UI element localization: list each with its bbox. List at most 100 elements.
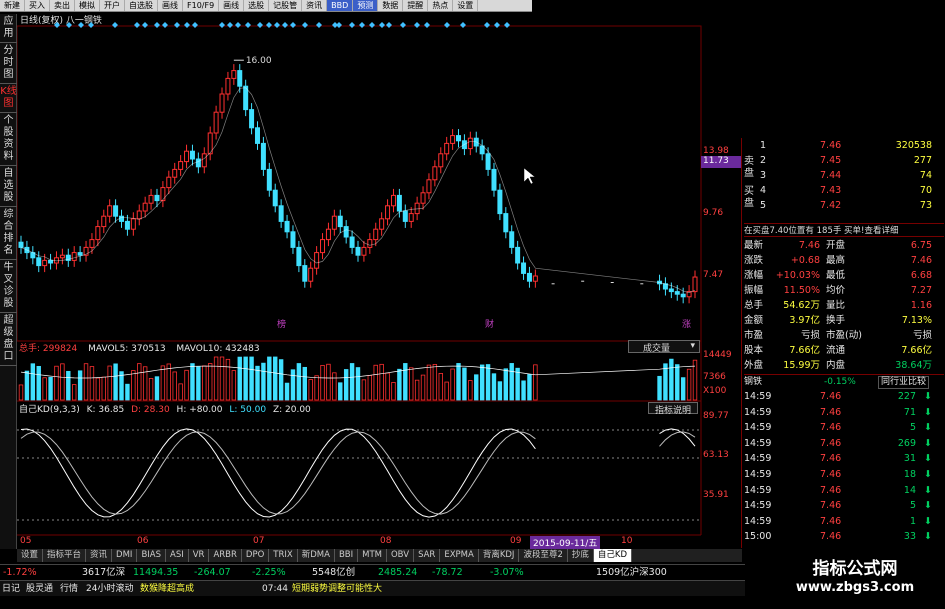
candle [172, 168, 178, 178]
indicator-tab[interactable]: TRIX [269, 549, 298, 562]
indicator-tab[interactable]: 自己KD [593, 549, 633, 562]
signal-diamond [336, 22, 342, 28]
x-axis-date-tag: 2015-09-11/五 [530, 536, 601, 549]
news-item[interactable]: 24小时滚动 [86, 581, 133, 597]
indicator-tab[interactable]: 设置 [17, 549, 44, 562]
indicator-tabs: 设置 指标平台 资讯 DMI BIAS ASI VR ARBR DPO TRIX 新DMA BBI MT… [17, 549, 742, 562]
indicator-tab[interactable]: EXPMA [440, 549, 479, 562]
indicator-tab[interactable]: SAR [414, 549, 441, 562]
toolbar-button[interactable]: 记股管 [269, 0, 303, 11]
volume-bar [101, 376, 106, 401]
indicator-tab[interactable]: 资讯 [86, 549, 113, 562]
volume-bar [166, 363, 172, 401]
news-headline[interactable]: 短期弱势调整可能性大 [292, 581, 382, 597]
toolbar-button[interactable]: 预测 [353, 0, 379, 11]
toolbar-button[interactable]: BBD [327, 0, 354, 11]
candle [231, 70, 237, 79]
indicator-tab[interactable]: MTM [358, 549, 387, 562]
toolbar-button[interactable]: 买入 [25, 0, 50, 11]
indicator-tab[interactable]: VR [189, 549, 210, 562]
indicator-tab[interactable]: DPO [242, 549, 270, 562]
news-headline[interactable]: 数猴降超高成 [140, 581, 194, 597]
volume-bar [148, 378, 154, 401]
signal-diamond [227, 22, 233, 28]
quote-value: +10.03% [775, 270, 820, 281]
candle [432, 166, 438, 181]
volume-bar [669, 358, 674, 401]
volume-bar [95, 377, 101, 401]
toolbar-button[interactable]: 热点 [428, 0, 454, 11]
left-nav-item[interactable]: 综合排名 [0, 207, 17, 260]
left-nav-item[interactable]: 超级盘口 [0, 313, 17, 366]
volume-indicator-select[interactable]: 成交量 ▾ [628, 340, 700, 354]
indicator-tab[interactable]: BIAS [137, 549, 166, 562]
indicator-tab[interactable]: BBI [335, 549, 359, 562]
news-item[interactable]: 行情 [60, 581, 78, 597]
indicator-tab[interactable]: OBV [387, 549, 415, 562]
indicator-tab[interactable]: 新DMA [298, 549, 335, 562]
quote-row: 股本 7.66亿 流通 7.66亿 [742, 343, 938, 358]
toolbar-button[interactable]: 数据 [378, 0, 404, 11]
volume-bar [438, 373, 443, 401]
tick-time: 14:59 [744, 515, 772, 527]
left-nav-item[interactable]: 分时图 [0, 43, 17, 84]
industry-name: 钢铁 [744, 377, 763, 387]
news-item[interactable]: 股灵通 [26, 581, 53, 597]
volume-bar [515, 367, 520, 401]
indicator-tab[interactable]: 背离KDJ [479, 549, 520, 562]
buy-queue-notice[interactable]: 在买盘7.40位置有 185手 买单!查看详细 [744, 223, 944, 237]
candle [178, 161, 184, 170]
x-axis-month: 06 [137, 536, 149, 546]
news-item[interactable]: 日记 [2, 581, 20, 597]
toolbar-button[interactable]: F10/F9 [183, 0, 220, 11]
tick-price: 7.46 [820, 422, 842, 434]
toolbar-button[interactable]: 设置 [453, 0, 479, 11]
toolbar-button[interactable]: 模拟 [75, 0, 100, 11]
toolbar-button[interactable]: 开户 [100, 0, 125, 11]
candle [521, 262, 527, 274]
quote-value: 亏损 [912, 330, 932, 341]
tick-time: 14:59 [744, 406, 772, 418]
left-nav-item[interactable]: 牛叉诊股 [0, 260, 17, 313]
candle [142, 202, 148, 212]
volume-bar [237, 356, 242, 401]
tick-row: 14:59 7.46 5 ⬇ [742, 420, 938, 435]
toolbar-button[interactable]: 资讯 [302, 0, 328, 11]
tick-volume: 1 [909, 515, 916, 527]
toolbar-button[interactable]: 画线 [158, 0, 183, 11]
toolbar-button[interactable]: 选股 [244, 0, 270, 11]
toolbar-button[interactable]: 提醒 [403, 0, 429, 11]
event-mark: 涨 [682, 319, 691, 330]
quote-label: 股本 [744, 345, 764, 356]
candle [503, 213, 509, 233]
indicator-tab[interactable]: ARBR [209, 549, 242, 562]
volume-bar [533, 364, 538, 401]
left-nav-item[interactable]: 自选股 [0, 166, 17, 207]
signal-diamond [235, 22, 241, 28]
volume-bar [509, 363, 514, 401]
indicator-explain-button[interactable]: 指标说明 [648, 402, 698, 416]
indicator-tab[interactable]: DMI [112, 549, 138, 562]
indicator-tab[interactable]: 指标平台 [43, 549, 87, 562]
toolbar-button[interactable]: 自选股 [125, 0, 158, 11]
current-price-tag: 11.73 [701, 156, 741, 168]
x-axis: 05 06 07 08 09 2015-09-11/五 10 [17, 536, 742, 549]
kline-chart-area[interactable]: 16.00 榜 财 涨 [17, 12, 742, 549]
indicator-tab[interactable]: ASI [166, 549, 189, 562]
left-nav-item[interactable]: 个股资料 [0, 113, 17, 166]
quote-label: 最高 [826, 255, 846, 266]
toolbar-button[interactable]: 画线 [219, 0, 245, 11]
candle [308, 267, 314, 282]
toolbar-button[interactable]: 卖出 [50, 0, 75, 11]
left-nav-item[interactable]: K线图 [0, 84, 17, 113]
candle [320, 239, 326, 254]
volume-bar [60, 363, 65, 401]
price-axis-label-3: 9.76 [703, 208, 724, 218]
signal-diamond [134, 22, 140, 28]
candle [692, 276, 698, 293]
left-nav-item[interactable]: 应用 [0, 14, 17, 43]
indicator-tab[interactable]: 波段至尊2 [519, 549, 568, 562]
indicator-tab[interactable]: 抄底 [568, 549, 594, 562]
toolbar-button[interactable]: 新建 [0, 0, 25, 11]
industry-compare-link[interactable]: 同行业比较 [878, 376, 930, 389]
